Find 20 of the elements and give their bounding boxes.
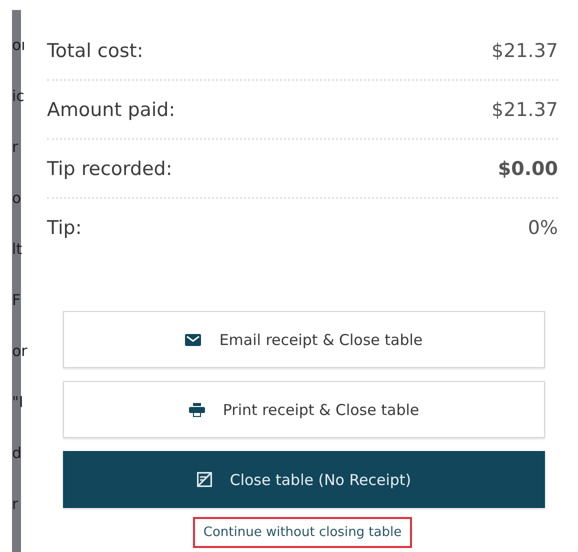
action-button[interactable]: Email receipt & Close table xyxy=(63,311,545,368)
crossed-note-icon xyxy=(196,472,212,487)
summary-label: Tip: xyxy=(47,216,82,238)
action-button[interactable]: Print receipt & Close table xyxy=(63,381,545,438)
cut-text: F xyxy=(12,291,21,309)
envelope-icon xyxy=(185,334,202,346)
summary-label: Tip recorded: xyxy=(47,158,172,180)
summary-label: Amount paid: xyxy=(47,98,176,120)
cut-text: r xyxy=(12,138,18,156)
summary-value: $21.37 xyxy=(492,40,558,62)
printer-icon xyxy=(188,402,205,416)
cut-text: r xyxy=(12,495,18,513)
summary-value: $0.00 xyxy=(498,158,558,180)
summary-value: $21.37 xyxy=(492,98,558,120)
summary-label: Total cost: xyxy=(47,40,144,62)
continue-link[interactable]: Continue without closing table xyxy=(193,517,412,548)
cut-text: o xyxy=(12,189,22,207)
action-button[interactable]: Close table (No Receipt) xyxy=(63,451,545,508)
cut-text: d xyxy=(12,444,22,462)
summary-value: 0% xyxy=(528,216,558,238)
